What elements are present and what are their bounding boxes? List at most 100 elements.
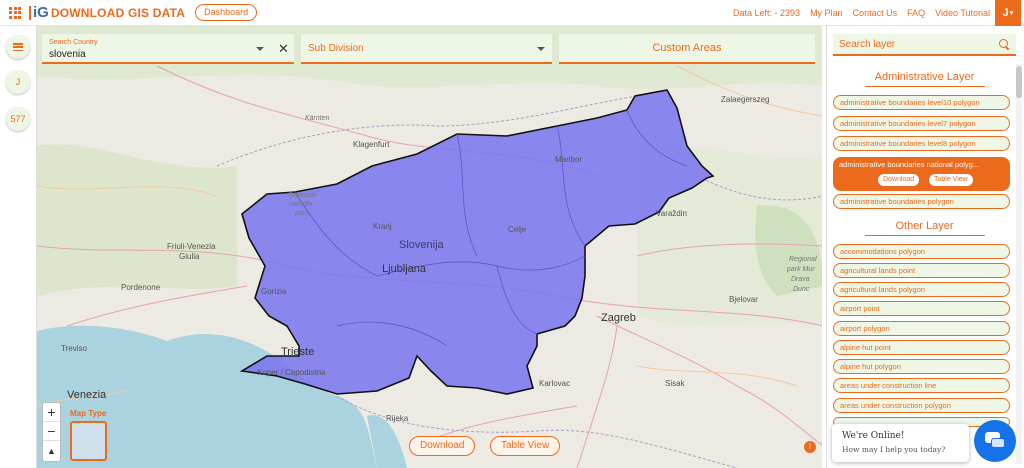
map-label-narodni: narodni bbox=[289, 201, 313, 208]
map-label-pordenone: Pordenone bbox=[121, 283, 161, 292]
layers-panel: Search layer Administrative Layer admini… bbox=[826, 26, 1024, 468]
app-root: iG DOWNLOAD GIS DATA Dashboard Data Left… bbox=[0, 0, 1024, 468]
layer-download-button[interactable]: Download bbox=[878, 174, 920, 186]
clear-icon[interactable]: ✕ bbox=[278, 42, 289, 55]
map-label-sisak: Sisak bbox=[665, 379, 685, 388]
layer-accommodations-polygon[interactable]: accommodations polygon bbox=[833, 244, 1010, 259]
layer-agricultural-lands-polygon[interactable]: agricultural lands polygon bbox=[833, 282, 1010, 297]
layer-admin-national-label: administrative boundaries national polyg… bbox=[839, 160, 980, 169]
faq-link[interactable]: FAQ bbox=[907, 8, 925, 18]
map-label-regional-1: Regional bbox=[789, 256, 817, 263]
layer-search-placeholder: Search layer bbox=[839, 39, 896, 50]
zoom-control: + − ▲ bbox=[42, 402, 61, 462]
chat-icon-back bbox=[991, 438, 1005, 448]
chat-prompt[interactable]: We're Online! How may I help you today? bbox=[832, 424, 969, 462]
my-plan-link[interactable]: My Plan bbox=[810, 8, 843, 18]
user-avatar-button[interactable]: J bbox=[6, 70, 30, 94]
map-label-celje: Celje bbox=[508, 225, 527, 234]
layer-admin-boundaries[interactable]: administrative boundaries polygon bbox=[833, 194, 1010, 209]
map-label-karnten: Kärnten bbox=[305, 115, 330, 122]
map-label-koper: Koper / Capodistria bbox=[257, 368, 326, 377]
left-rail: J 577 bbox=[0, 26, 36, 468]
site-logo[interactable]: iG DOWNLOAD GIS DATA bbox=[29, 5, 186, 20]
map-label-slovenija: Slovenija bbox=[399, 239, 444, 251]
layer-admin-level7[interactable]: administrative boundaries level7 polygon bbox=[833, 116, 1010, 131]
custom-areas-label: Custom Areas bbox=[652, 42, 722, 54]
layer-table-view-button[interactable]: Table View bbox=[929, 174, 973, 186]
map-label-triglavski: Triglavski bbox=[288, 192, 318, 199]
map-label-kranj: Kranj bbox=[373, 222, 392, 231]
info-icon[interactable]: i bbox=[804, 441, 816, 453]
chat-launcher-button[interactable] bbox=[974, 420, 1016, 462]
layer-agricultural-lands-point[interactable]: agricultural lands point bbox=[833, 263, 1010, 278]
custom-areas-tab[interactable]: Custom Areas bbox=[559, 34, 815, 64]
layer-airport-polygon[interactable]: airport polygon bbox=[833, 321, 1010, 336]
top-bar: iG DOWNLOAD GIS DATA Dashboard Data Left… bbox=[0, 0, 1024, 26]
map-label-karlovac: Karlovac bbox=[539, 379, 571, 388]
subdivision-select[interactable]: Sub Division bbox=[301, 34, 552, 64]
country-search-value[interactable]: slovenia bbox=[49, 49, 86, 60]
map-label-friuli-2: Giulia bbox=[179, 252, 200, 261]
other-layer-title: Other Layer bbox=[833, 220, 1016, 236]
layer-alpine-hut-polygon[interactable]: alpine hut polygon bbox=[833, 359, 1010, 374]
user-initial: J bbox=[1002, 7, 1009, 19]
layer-construction-polygon[interactable]: areas under construction polygon bbox=[833, 398, 1010, 413]
user-menu-button[interactable]: J ▾ bbox=[995, 0, 1021, 26]
layer-construction-line[interactable]: areas under construction line bbox=[833, 378, 1010, 393]
subdivision-label: Sub Division bbox=[308, 43, 364, 54]
dropdown-arrow-icon[interactable] bbox=[537, 47, 545, 51]
map-label-varazdin: Varaždin bbox=[656, 209, 687, 218]
apps-grid-icon[interactable] bbox=[9, 6, 21, 19]
dropdown-arrow-icon[interactable] bbox=[256, 47, 264, 51]
zoom-in-button[interactable]: + bbox=[43, 403, 60, 422]
map-label-klagenfurt: Klagenfurt bbox=[353, 140, 390, 149]
map-label-friuli-1: Friuli-Venezia bbox=[167, 242, 216, 251]
table-view-button[interactable]: Table View bbox=[490, 436, 561, 456]
map-type-thumbnail[interactable] bbox=[70, 421, 107, 461]
country-search-field[interactable]: Search Country slovenia ✕ bbox=[42, 34, 294, 64]
map-label-regional-3: Drava bbox=[791, 276, 810, 283]
map-label-maribor: Maribor bbox=[555, 155, 583, 164]
layer-alpine-hut-point[interactable]: alpine hut point bbox=[833, 340, 1010, 355]
map-label-park: park bbox=[295, 210, 309, 217]
chat-help-text: How may I help you today? bbox=[842, 445, 946, 454]
reset-north-button[interactable]: ▲ bbox=[43, 441, 60, 460]
map-type-label: Map Type bbox=[70, 409, 107, 418]
map-label-gorizia: Gorizia bbox=[261, 287, 287, 296]
logo-mark: iG bbox=[29, 5, 49, 20]
chevron-down-icon: ▾ bbox=[1009, 10, 1014, 17]
chat-online-text: We're Online! bbox=[842, 431, 905, 441]
map-label-trieste: Trieste bbox=[281, 346, 315, 358]
map-label-venezia: Venezia bbox=[67, 389, 107, 401]
dashboard-button[interactable]: Dashboard bbox=[195, 4, 258, 21]
map-label-rijeka: Rijeka bbox=[386, 414, 409, 423]
count-badge-button[interactable]: 577 bbox=[6, 107, 30, 131]
layers-scrollbar-thumb[interactable] bbox=[1016, 66, 1022, 98]
map-label-zalaegerszeg: Zalaegerszeg bbox=[721, 95, 770, 104]
search-icon[interactable] bbox=[999, 39, 1008, 48]
menu-button[interactable] bbox=[6, 35, 30, 59]
map-label-treviso: Treviso bbox=[61, 344, 87, 353]
map-label-regional-2: park Mur bbox=[787, 266, 815, 273]
contact-us-link[interactable]: Contact Us bbox=[853, 8, 898, 18]
data-left-counter: Data Left: - 2393 bbox=[733, 8, 801, 18]
hamburger-icon bbox=[13, 43, 23, 51]
layer-admin-national-selected[interactable]: administrative boundaries national polyg… bbox=[833, 157, 1010, 191]
map-label-bjelovar: Bjelovar bbox=[729, 295, 758, 304]
map-label-ljubljana: Ljubljana bbox=[382, 263, 427, 275]
administrative-layer-title: Administrative Layer bbox=[833, 71, 1016, 87]
map-label-regional-4: Dunc bbox=[793, 286, 810, 293]
layers-scrollbar-track[interactable] bbox=[1016, 64, 1022, 464]
country-search-label: Search Country bbox=[49, 39, 98, 46]
zoom-out-button[interactable]: − bbox=[43, 422, 60, 441]
layer-admin-level10[interactable]: administrative boundaries level10 polygo… bbox=[833, 95, 1010, 110]
video-tutorial-link[interactable]: Video Tutorial bbox=[935, 8, 990, 18]
layer-search-input[interactable]: Search layer bbox=[833, 34, 1016, 56]
top-links: Data Left: - 2393 My Plan Contact Us FAQ… bbox=[733, 0, 990, 26]
layer-airport-point[interactable]: airport point bbox=[833, 301, 1010, 316]
layer-admin-level8[interactable]: administrative boundaries level8 polygon bbox=[833, 136, 1010, 151]
logo-text: DOWNLOAD GIS DATA bbox=[50, 5, 186, 20]
download-button[interactable]: Download bbox=[409, 436, 476, 456]
map-canvas[interactable]: Kärnten Klagenfurt Zalaegerszeg Maribor … bbox=[36, 26, 822, 468]
map-label-zagreb: Zagreb bbox=[601, 312, 636, 324]
